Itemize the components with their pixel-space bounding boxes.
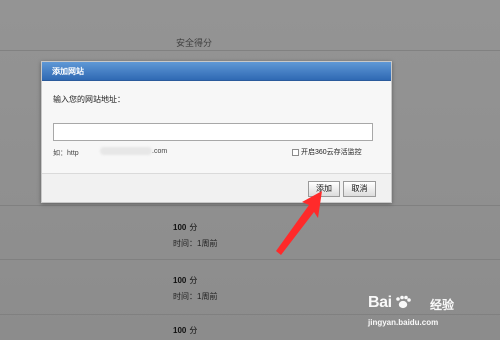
uptime-monitor-checkbox[interactable] bbox=[292, 148, 299, 156]
site-address-label: 输入您的网站地址： bbox=[53, 95, 125, 104]
row-divider bbox=[0, 205, 500, 206]
cancel-button[interactable]: 取消 bbox=[343, 181, 376, 197]
add-site-dialog: 添加网站 输入您的网站地址： 如：http .com 开启360云存活监控 添加… bbox=[41, 61, 392, 203]
score-text: 100 分 bbox=[173, 325, 197, 336]
row-divider bbox=[0, 50, 500, 51]
score-value: 100 bbox=[173, 326, 187, 335]
watermark-url: jingyan.baidu.com bbox=[368, 318, 439, 327]
score-text: 100 分 bbox=[173, 275, 197, 286]
dialog-body: 输入您的网站地址： 如：http .com 开启360云存活监控 bbox=[42, 81, 391, 179]
example-prefix: 如：http bbox=[53, 150, 79, 157]
time-text: 时间：1周前 bbox=[173, 292, 218, 301]
score-unit: 分 bbox=[189, 223, 198, 232]
uptime-monitor-label[interactable]: 开启360云存活监控 bbox=[301, 147, 362, 157]
dialog-footer: 添加 取消 bbox=[42, 173, 391, 202]
security-score-column-header: 安全得分 bbox=[176, 38, 213, 48]
dialog-title: 添加网站 bbox=[52, 67, 84, 76]
score-unit: 分 bbox=[189, 276, 198, 285]
score-value: 100 bbox=[173, 276, 187, 285]
score-text: 100 分 bbox=[173, 222, 197, 233]
baidu-jingyan-watermark: Bai 经验 jingyan.baidu.com bbox=[368, 290, 478, 328]
dialog-header: 添加网站 bbox=[42, 62, 391, 81]
watermark-product-name: 经验 bbox=[430, 298, 455, 312]
watermark-brand: Bai bbox=[368, 294, 392, 311]
row-divider bbox=[0, 259, 500, 260]
score-value: 100 bbox=[173, 223, 187, 232]
blurred-url-mask bbox=[100, 147, 152, 155]
paw-icon bbox=[396, 295, 411, 309]
site-url-input[interactable] bbox=[53, 123, 373, 141]
example-suffix: .com bbox=[152, 148, 168, 155]
uptime-monitor-checkbox-group[interactable]: 开启360云存活监控 bbox=[292, 147, 362, 157]
add-button[interactable]: 添加 bbox=[308, 181, 340, 197]
score-unit: 分 bbox=[189, 326, 198, 335]
time-text: 时间：1周前 bbox=[173, 239, 218, 248]
